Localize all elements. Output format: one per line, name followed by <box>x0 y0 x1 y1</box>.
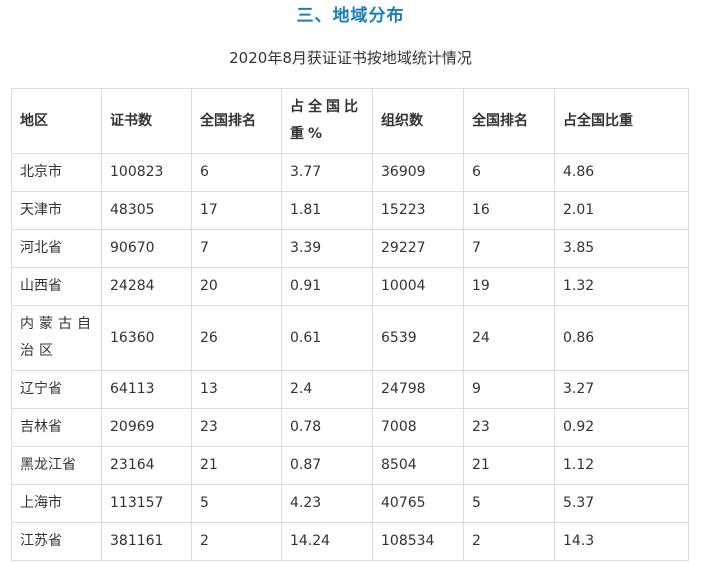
header-certificate-count: 证书数 <box>101 88 192 154</box>
cell-certificate-share: 0.87 <box>281 446 373 485</box>
table-row: 内蒙古自治区 16360 26 0.61 6539 24 0.86 <box>11 305 689 371</box>
header-region: 地区 <box>11 88 102 154</box>
cell-organization-rank: 24 <box>463 305 555 371</box>
region-statistics-table: 地区 证书数 全国排名 占全国比重% 组织数 全国排名 占全国比重 北京市 100… <box>11 88 689 561</box>
cell-certificate-share: 2.4 <box>281 370 373 409</box>
cell-organization-rank: 19 <box>463 267 555 306</box>
cell-organization-rank: 7 <box>463 229 555 268</box>
cell-region: 上海市 <box>11 484 102 523</box>
cell-certificate-rank: 20 <box>191 267 282 306</box>
table-container: 地区 证书数 全国排名 占全国比重% 组织数 全国排名 占全国比重 北京市 100… <box>11 88 689 561</box>
cell-organization-count: 15223 <box>372 191 464 230</box>
cell-certificate-count: 24284 <box>101 267 192 306</box>
cell-certificate-share: 0.61 <box>281 305 373 371</box>
cell-organization-rank: 2 <box>463 522 555 561</box>
cell-organization-share: 3.85 <box>554 229 689 268</box>
cell-certificate-share: 3.39 <box>281 229 373 268</box>
cell-certificate-share: 1.81 <box>281 191 373 230</box>
cell-organization-count: 8504 <box>372 446 464 485</box>
header-certificate-rank: 全国排名 <box>191 88 282 154</box>
table-row: 山西省 24284 20 0.91 10004 19 1.32 <box>11 267 689 306</box>
cell-certificate-rank: 21 <box>191 446 282 485</box>
table-row: 黑龙江省 23164 21 0.87 8504 21 1.12 <box>11 446 689 485</box>
cell-certificate-rank: 23 <box>191 408 282 447</box>
table-row: 辽宁省 64113 13 2.4 24798 9 3.27 <box>11 370 689 409</box>
cell-organization-share: 1.32 <box>554 267 689 306</box>
cell-region: 天津市 <box>11 191 102 230</box>
cell-organization-count: 36909 <box>372 153 464 192</box>
cell-organization-count: 7008 <box>372 408 464 447</box>
cell-certificate-count: 16360 <box>101 305 192 371</box>
header-organization-rank: 全国排名 <box>463 88 555 154</box>
cell-certificate-share: 0.78 <box>281 408 373 447</box>
cell-organization-share: 1.12 <box>554 446 689 485</box>
cell-organization-share: 4.86 <box>554 153 689 192</box>
cell-certificate-count: 23164 <box>101 446 192 485</box>
cell-organization-count: 6539 <box>372 305 464 371</box>
cell-certificate-share: 0.91 <box>281 267 373 306</box>
cell-certificate-count: 48305 <box>101 191 192 230</box>
table-header-row: 地区 证书数 全国排名 占全国比重% 组织数 全国排名 占全国比重 <box>11 88 689 154</box>
cell-region: 山西省 <box>11 267 102 306</box>
cell-certificate-count: 100823 <box>101 153 192 192</box>
table-body: 北京市 100823 6 3.77 36909 6 4.86 天津市 48305 17 1.81 15… <box>11 153 689 561</box>
header-certificate-share: 占全国比重% <box>281 88 373 154</box>
cell-organization-count: 29227 <box>372 229 464 268</box>
cell-certificate-count: 64113 <box>101 370 192 409</box>
table-row: 北京市 100823 6 3.77 36909 6 4.86 <box>11 153 689 192</box>
cell-certificate-rank: 26 <box>191 305 282 371</box>
cell-certificate-count: 381161 <box>101 522 192 561</box>
cell-organization-count: 108534 <box>372 522 464 561</box>
cell-certificate-count: 113157 <box>101 484 192 523</box>
cell-region: 江苏省 <box>11 522 102 561</box>
table-row: 天津市 48305 17 1.81 15223 16 2.01 <box>11 191 689 230</box>
cell-region: 黑龙江省 <box>11 446 102 485</box>
cell-certificate-count: 90670 <box>101 229 192 268</box>
cell-certificate-share: 14.24 <box>281 522 373 561</box>
cell-region: 辽宁省 <box>11 370 102 409</box>
table-row: 河北省 90670 7 3.39 29227 7 3.85 <box>11 229 689 268</box>
cell-certificate-rank: 5 <box>191 484 282 523</box>
cell-organization-rank: 9 <box>463 370 555 409</box>
cell-organization-share: 5.37 <box>554 484 689 523</box>
cell-certificate-share: 4.23 <box>281 484 373 523</box>
cell-certificate-rank: 13 <box>191 370 282 409</box>
header-organization-count: 组织数 <box>372 88 464 154</box>
table-caption: 2020年8月获证证书按地域统计情况 <box>229 49 472 67</box>
table-row: 吉林省 20969 23 0.78 7008 23 0.92 <box>11 408 689 447</box>
cell-organization-rank: 16 <box>463 191 555 230</box>
cell-organization-count: 40765 <box>372 484 464 523</box>
cell-organization-share: 2.01 <box>554 191 689 230</box>
cell-organization-rank: 23 <box>463 408 555 447</box>
cell-certificate-rank: 7 <box>191 229 282 268</box>
cell-certificate-count: 20969 <box>101 408 192 447</box>
cell-certificate-share: 3.77 <box>281 153 373 192</box>
cell-region: 吉林省 <box>11 408 102 447</box>
section-title: 三、地域分布 <box>296 6 405 26</box>
cell-region: 北京市 <box>11 153 102 192</box>
cell-organization-share: 0.92 <box>554 408 689 447</box>
cell-organization-count: 10004 <box>372 267 464 306</box>
cell-certificate-rank: 6 <box>191 153 282 192</box>
cell-organization-rank: 21 <box>463 446 555 485</box>
cell-organization-share: 0.86 <box>554 305 689 371</box>
cell-region: 内蒙古自治区 <box>11 305 102 371</box>
cell-certificate-rank: 17 <box>191 191 282 230</box>
cell-certificate-rank: 2 <box>191 522 282 561</box>
header-organization-share: 占全国比重 <box>554 88 689 154</box>
cell-region: 河北省 <box>11 229 102 268</box>
table-row: 上海市 113157 5 4.23 40765 5 5.37 <box>11 484 689 523</box>
cell-organization-rank: 6 <box>463 153 555 192</box>
cell-organization-rank: 5 <box>463 484 555 523</box>
table-row: 江苏省 381161 2 14.24 108534 2 14.3 <box>11 522 689 561</box>
cell-organization-count: 24798 <box>372 370 464 409</box>
cell-organization-share: 3.27 <box>554 370 689 409</box>
cell-organization-share: 14.3 <box>554 522 689 561</box>
